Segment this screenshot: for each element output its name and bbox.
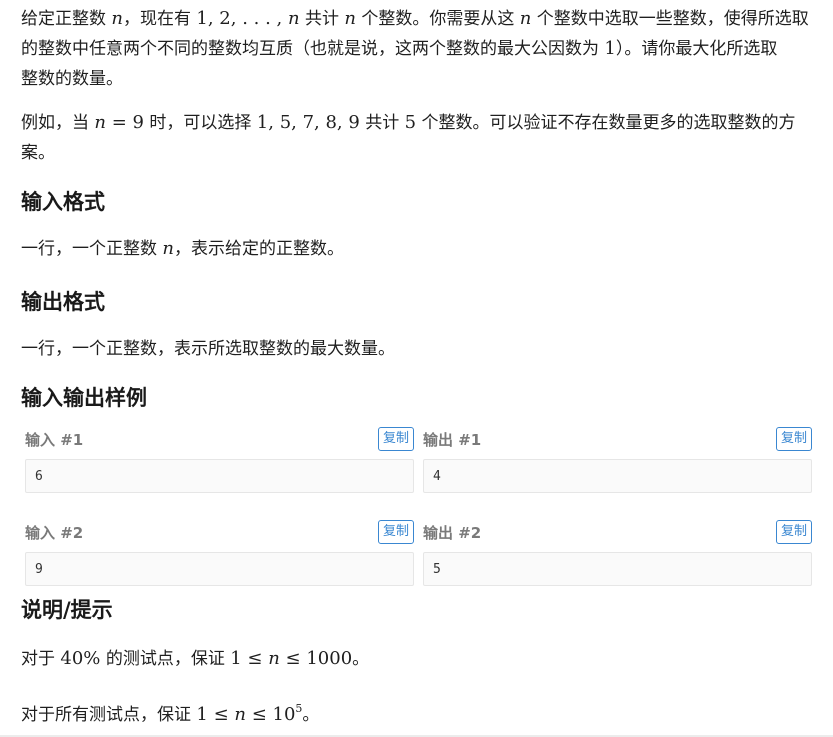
math-constraint: 1 ≤ n ≤ 105 (196, 702, 302, 725)
math-var: n (162, 238, 174, 259)
desc-text: 的整数中任意两个不同的整数均互质（也就是说，这两个整数的最大公因数为 (21, 39, 605, 59)
sample-1-output-header: 输出 #1 复制 (419, 426, 812, 452)
sample-1-input-label: 输入 #1 (25, 430, 84, 449)
desc-text: 整数的数量。 (21, 69, 123, 89)
desc-text: 给定正整数 (21, 9, 112, 29)
desc-text: 个整数。你需要从这 (355, 9, 520, 29)
sample-1-input-box[interactable]: 6 (25, 459, 414, 493)
output-format-heading: 输出格式 (21, 290, 105, 314)
hint-heading: 说明/提示 (21, 598, 113, 622)
math-var: n (344, 8, 356, 29)
sample-2-output-header: 输出 #2 复制 (419, 519, 812, 545)
desc-text: ，现在有 (123, 9, 197, 29)
math-number: 1 (604, 38, 616, 59)
desc-text: 的测试点，保证 (100, 649, 231, 669)
desc-text: 个整数中选取一些整数，使得所选取 (531, 9, 809, 29)
samples-heading: 输入输出样例 (21, 386, 147, 410)
math-part: 1 ≤ (230, 648, 269, 669)
math-number: 5 (404, 112, 417, 133)
math-var: n (287, 8, 300, 29)
desc-text: 时，可以选择 (143, 113, 257, 133)
math-var: n (268, 648, 280, 669)
hint-line-2: 对于所有测试点，保证 1 ≤ n ≤ 105。 (21, 694, 319, 730)
math-n: n (288, 8, 300, 29)
desc-text: 。 (302, 705, 320, 725)
desc-text: ）。请你最大化所选取 (615, 39, 778, 59)
math-var: n (94, 112, 106, 133)
math-n: n (344, 8, 356, 29)
math-part: ≤ 1000 (279, 648, 353, 669)
input-format-text: 一行，一个正整数 n，表示给定的正整数。 (21, 234, 344, 264)
sample-1-output-box[interactable]: 4 (423, 459, 812, 493)
sample-2-output-box[interactable]: 5 (423, 552, 812, 586)
math-n: n (111, 8, 123, 29)
hint-line-1: 对于 40% 的测试点，保证 1 ≤ n ≤ 1000。 (21, 644, 369, 674)
description-paragraph-2: 例如，当 n = 9 时，可以选择 1, 5, 7, 8, 9 共计 5 个整数… (21, 108, 821, 168)
math-part: ≤ 10 (245, 704, 296, 725)
desc-text: 例如，当 (21, 113, 95, 133)
math-n: n (520, 8, 532, 29)
desc-text: 共计 (359, 113, 405, 133)
math-part: 1 ≤ (196, 704, 235, 725)
math-constraint: 1 ≤ n ≤ 1000 (230, 648, 352, 669)
desc-text: 共计 (299, 9, 345, 29)
desc-text: 对于所有测试点，保证 (21, 705, 197, 725)
math-eq: = 9 (106, 112, 144, 133)
math-n: n (162, 238, 174, 259)
desc-text: 个整数。可以验证不存在数量更多的选取整数的方 (416, 113, 796, 133)
description-paragraph-1: 给定正整数 n，现在有 1, 2, . . . , n 共计 n 个整数。你需要… (21, 4, 821, 94)
copy-button[interactable]: 复制 (775, 520, 812, 544)
math-equation: n = 9 (94, 112, 144, 133)
desc-text: ，表示给定的正整数。 (174, 239, 344, 259)
sample-2-input-box[interactable]: 9 (25, 552, 414, 586)
math-var: n (234, 704, 246, 725)
output-format-text: 一行，一个正整数，表示所选取整数的最大数量。 (21, 339, 395, 359)
sample-2-output-label: 输出 #2 (423, 523, 482, 542)
desc-text: 案。 (21, 143, 55, 163)
copy-button[interactable]: 复制 (377, 520, 414, 544)
sample-1-input-header: 输入 #1 复制 (21, 426, 414, 452)
desc-text: 对于 (21, 649, 61, 669)
desc-text: 。 (352, 649, 370, 669)
math-sequence: 1, 2, . . . , (196, 8, 288, 29)
math-var: n (519, 8, 532, 29)
math-sequence: 1, 5, 7, 8, 9 (256, 112, 360, 133)
math-var: n (111, 8, 123, 29)
sample-1-output-label: 输出 #1 (423, 430, 482, 449)
copy-button[interactable]: 复制 (377, 427, 414, 451)
input-format-heading: 输入格式 (21, 190, 105, 214)
sample-2-input-label: 输入 #2 (25, 523, 84, 542)
desc-text: 一行，一个正整数 (21, 239, 163, 259)
sample-2-input-header: 输入 #2 复制 (21, 519, 414, 545)
math-percent: 40% (60, 648, 101, 669)
copy-button[interactable]: 复制 (775, 427, 812, 451)
